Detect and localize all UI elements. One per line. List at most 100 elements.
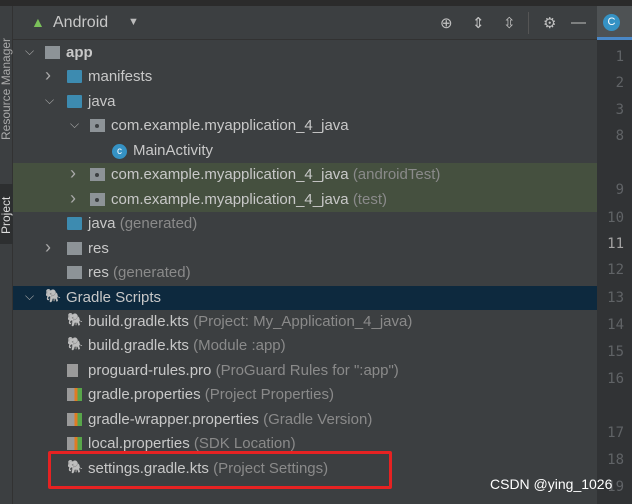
tree-item-label: java bbox=[88, 215, 116, 233]
tree-item[interactable]: gradle.properties (Project Properties) bbox=[13, 383, 597, 408]
tree-item[interactable]: › res bbox=[13, 237, 597, 262]
chevron-right-icon[interactable]: › bbox=[70, 188, 76, 209]
chevron-right-icon[interactable]: › bbox=[70, 163, 76, 184]
tab-resource-manager[interactable]: Resource Manager bbox=[0, 38, 13, 140]
highlight-annotation-box bbox=[48, 451, 392, 489]
res-folder-icon bbox=[67, 266, 82, 280]
line-number: 9 bbox=[615, 182, 624, 198]
tree-item-label: com.example.myapplication_4_java bbox=[111, 117, 349, 135]
watermark: CSDN @ying_1026 bbox=[490, 476, 613, 492]
tree-item-label: MainActivity bbox=[133, 141, 214, 159]
line-number: 14 bbox=[607, 317, 624, 333]
android-icon: ▲ bbox=[31, 14, 45, 30]
tree-item[interactable]: ⌵ com.example.myapplication_4_java bbox=[13, 114, 597, 139]
file-icon bbox=[67, 363, 78, 377]
tree-item-hint: (Module :app) bbox=[193, 337, 286, 355]
tree-item-hint: (test) bbox=[352, 190, 387, 208]
tree-item[interactable]: › com.example.myapplication_4_java (test) bbox=[13, 187, 597, 213]
tree-item-label: Gradle Scripts bbox=[66, 288, 162, 306]
chevron-right-icon[interactable]: › bbox=[45, 237, 51, 258]
collapse-all-icon[interactable]: ⇳ bbox=[503, 14, 516, 32]
gradle-icon: 🐘 bbox=[45, 287, 62, 303]
line-number: 10 bbox=[607, 210, 624, 226]
chevron-down-icon[interactable]: ⌵ bbox=[70, 117, 79, 132]
chevron-down-icon[interactable]: ⌵ bbox=[45, 93, 54, 108]
gradle-kts-icon: 🐘 bbox=[67, 311, 84, 327]
line-number: 2 bbox=[615, 75, 624, 91]
tree-item-label: res bbox=[88, 239, 109, 257]
line-number: 1 bbox=[615, 49, 624, 65]
tree-item-hint: (ProGuard Rules for ":app") bbox=[215, 361, 399, 379]
view-mode-selector[interactable]: Android bbox=[53, 14, 108, 32]
package-icon bbox=[90, 192, 105, 206]
minimize-icon[interactable]: — bbox=[571, 14, 586, 31]
tree-item[interactable]: ⌵ app bbox=[13, 41, 597, 66]
tree-item-label: java bbox=[88, 92, 116, 110]
tree-item[interactable]: gradle-wrapper.properties (Gradle Versio… bbox=[13, 408, 597, 433]
tree-item-hint: (androidTest) bbox=[352, 166, 441, 184]
line-number: 17 bbox=[607, 425, 624, 441]
generated-folder-icon bbox=[67, 217, 82, 231]
tree-item-label: res bbox=[88, 264, 109, 282]
tree-item[interactable]: › com.example.myapplication_4_java (andro… bbox=[13, 163, 597, 188]
locate-icon[interactable]: ⊕ bbox=[440, 14, 453, 32]
tree-item-hint: (generated) bbox=[119, 215, 198, 233]
line-number: 18 bbox=[607, 452, 624, 468]
package-icon bbox=[90, 168, 105, 182]
tree-item-hint: (Project Properties) bbox=[204, 386, 334, 404]
line-number: 8 bbox=[615, 128, 624, 144]
chevron-down-icon[interactable]: ▼ bbox=[128, 16, 139, 28]
folder-icon bbox=[67, 70, 82, 84]
tree-item-hint: (SDK Location) bbox=[193, 435, 296, 453]
tree-item-label: app bbox=[66, 44, 93, 61]
class-icon: c bbox=[112, 143, 127, 159]
tree-item[interactable]: c MainActivity bbox=[13, 139, 597, 164]
properties-icon bbox=[67, 437, 82, 451]
tree-item-label: manifests bbox=[88, 68, 153, 86]
tree-item-label: build.gradle.kts bbox=[88, 312, 189, 330]
tree-item-label: build.gradle.kts bbox=[88, 337, 189, 355]
tree-item-label: gradle.properties bbox=[88, 386, 201, 404]
project-tree: ⌵ app › manifests ⌵ java ⌵ com.example.myapplic… bbox=[13, 41, 597, 504]
tree-item[interactable]: proguard-rules.pro (ProGuard Rules for "… bbox=[13, 359, 597, 384]
gradle-kts-icon: 🐘 bbox=[67, 336, 84, 352]
line-number: 13 bbox=[607, 290, 624, 306]
side-tool-strip: Resource Manager Project bbox=[0, 6, 13, 504]
line-number: 16 bbox=[607, 371, 624, 387]
editor-gutter: C 1 2 3 8 9 10 11 12 13 14 15 16 17 18 19 bbox=[597, 6, 632, 504]
properties-icon bbox=[67, 388, 82, 402]
tree-item[interactable]: res (generated) bbox=[13, 261, 597, 286]
tree-item-hint: (generated) bbox=[113, 264, 191, 282]
tree-item-label: com.example.myapplication_4_java bbox=[111, 190, 349, 208]
tree-item-label: proguard-rules.pro bbox=[88, 361, 212, 379]
tree-item[interactable]: ⌵ java bbox=[13, 90, 597, 115]
chevron-right-icon[interactable]: › bbox=[45, 65, 51, 86]
line-number: 11 bbox=[607, 236, 624, 252]
properties-icon bbox=[67, 412, 82, 426]
toolbar-divider bbox=[528, 12, 529, 34]
tree-item-hint: (Gradle Version) bbox=[263, 410, 373, 428]
tree-item[interactable]: 🐘 build.gradle.kts (Module :app) bbox=[13, 334, 597, 359]
gear-icon[interactable]: ⚙ bbox=[543, 14, 556, 32]
project-panel-header: ▲ Android ▼ ⊕ ⇕ ⇳ ⚙ — bbox=[13, 6, 597, 40]
res-folder-icon bbox=[67, 241, 82, 255]
tree-item[interactable]: java (generated) bbox=[13, 212, 597, 237]
tree-item-label: gradle-wrapper.properties bbox=[88, 410, 259, 428]
line-number: 12 bbox=[607, 262, 624, 278]
package-icon bbox=[90, 119, 105, 133]
tree-item-label: local.properties bbox=[88, 435, 190, 453]
tree-item[interactable]: ⌵ 🐘 Gradle Scripts bbox=[13, 285, 597, 310]
class-icon: C bbox=[603, 14, 620, 31]
editor-tab[interactable]: C bbox=[597, 6, 632, 40]
folder-icon bbox=[67, 94, 82, 108]
module-folder-icon bbox=[45, 46, 60, 59]
line-number: 15 bbox=[607, 344, 624, 360]
expand-all-icon[interactable]: ⇕ bbox=[472, 14, 485, 32]
tree-item-label: com.example.myapplication_4_java bbox=[111, 166, 349, 184]
tree-item[interactable]: › manifests bbox=[13, 65, 597, 90]
tree-item[interactable]: 🐘 build.gradle.kts (Project: My_Applicati… bbox=[13, 310, 597, 335]
chevron-down-icon[interactable]: ⌵ bbox=[25, 289, 34, 304]
tab-project[interactable]: Project bbox=[0, 197, 13, 234]
chevron-down-icon[interactable]: ⌵ bbox=[25, 44, 34, 59]
line-number: 3 bbox=[615, 102, 624, 118]
